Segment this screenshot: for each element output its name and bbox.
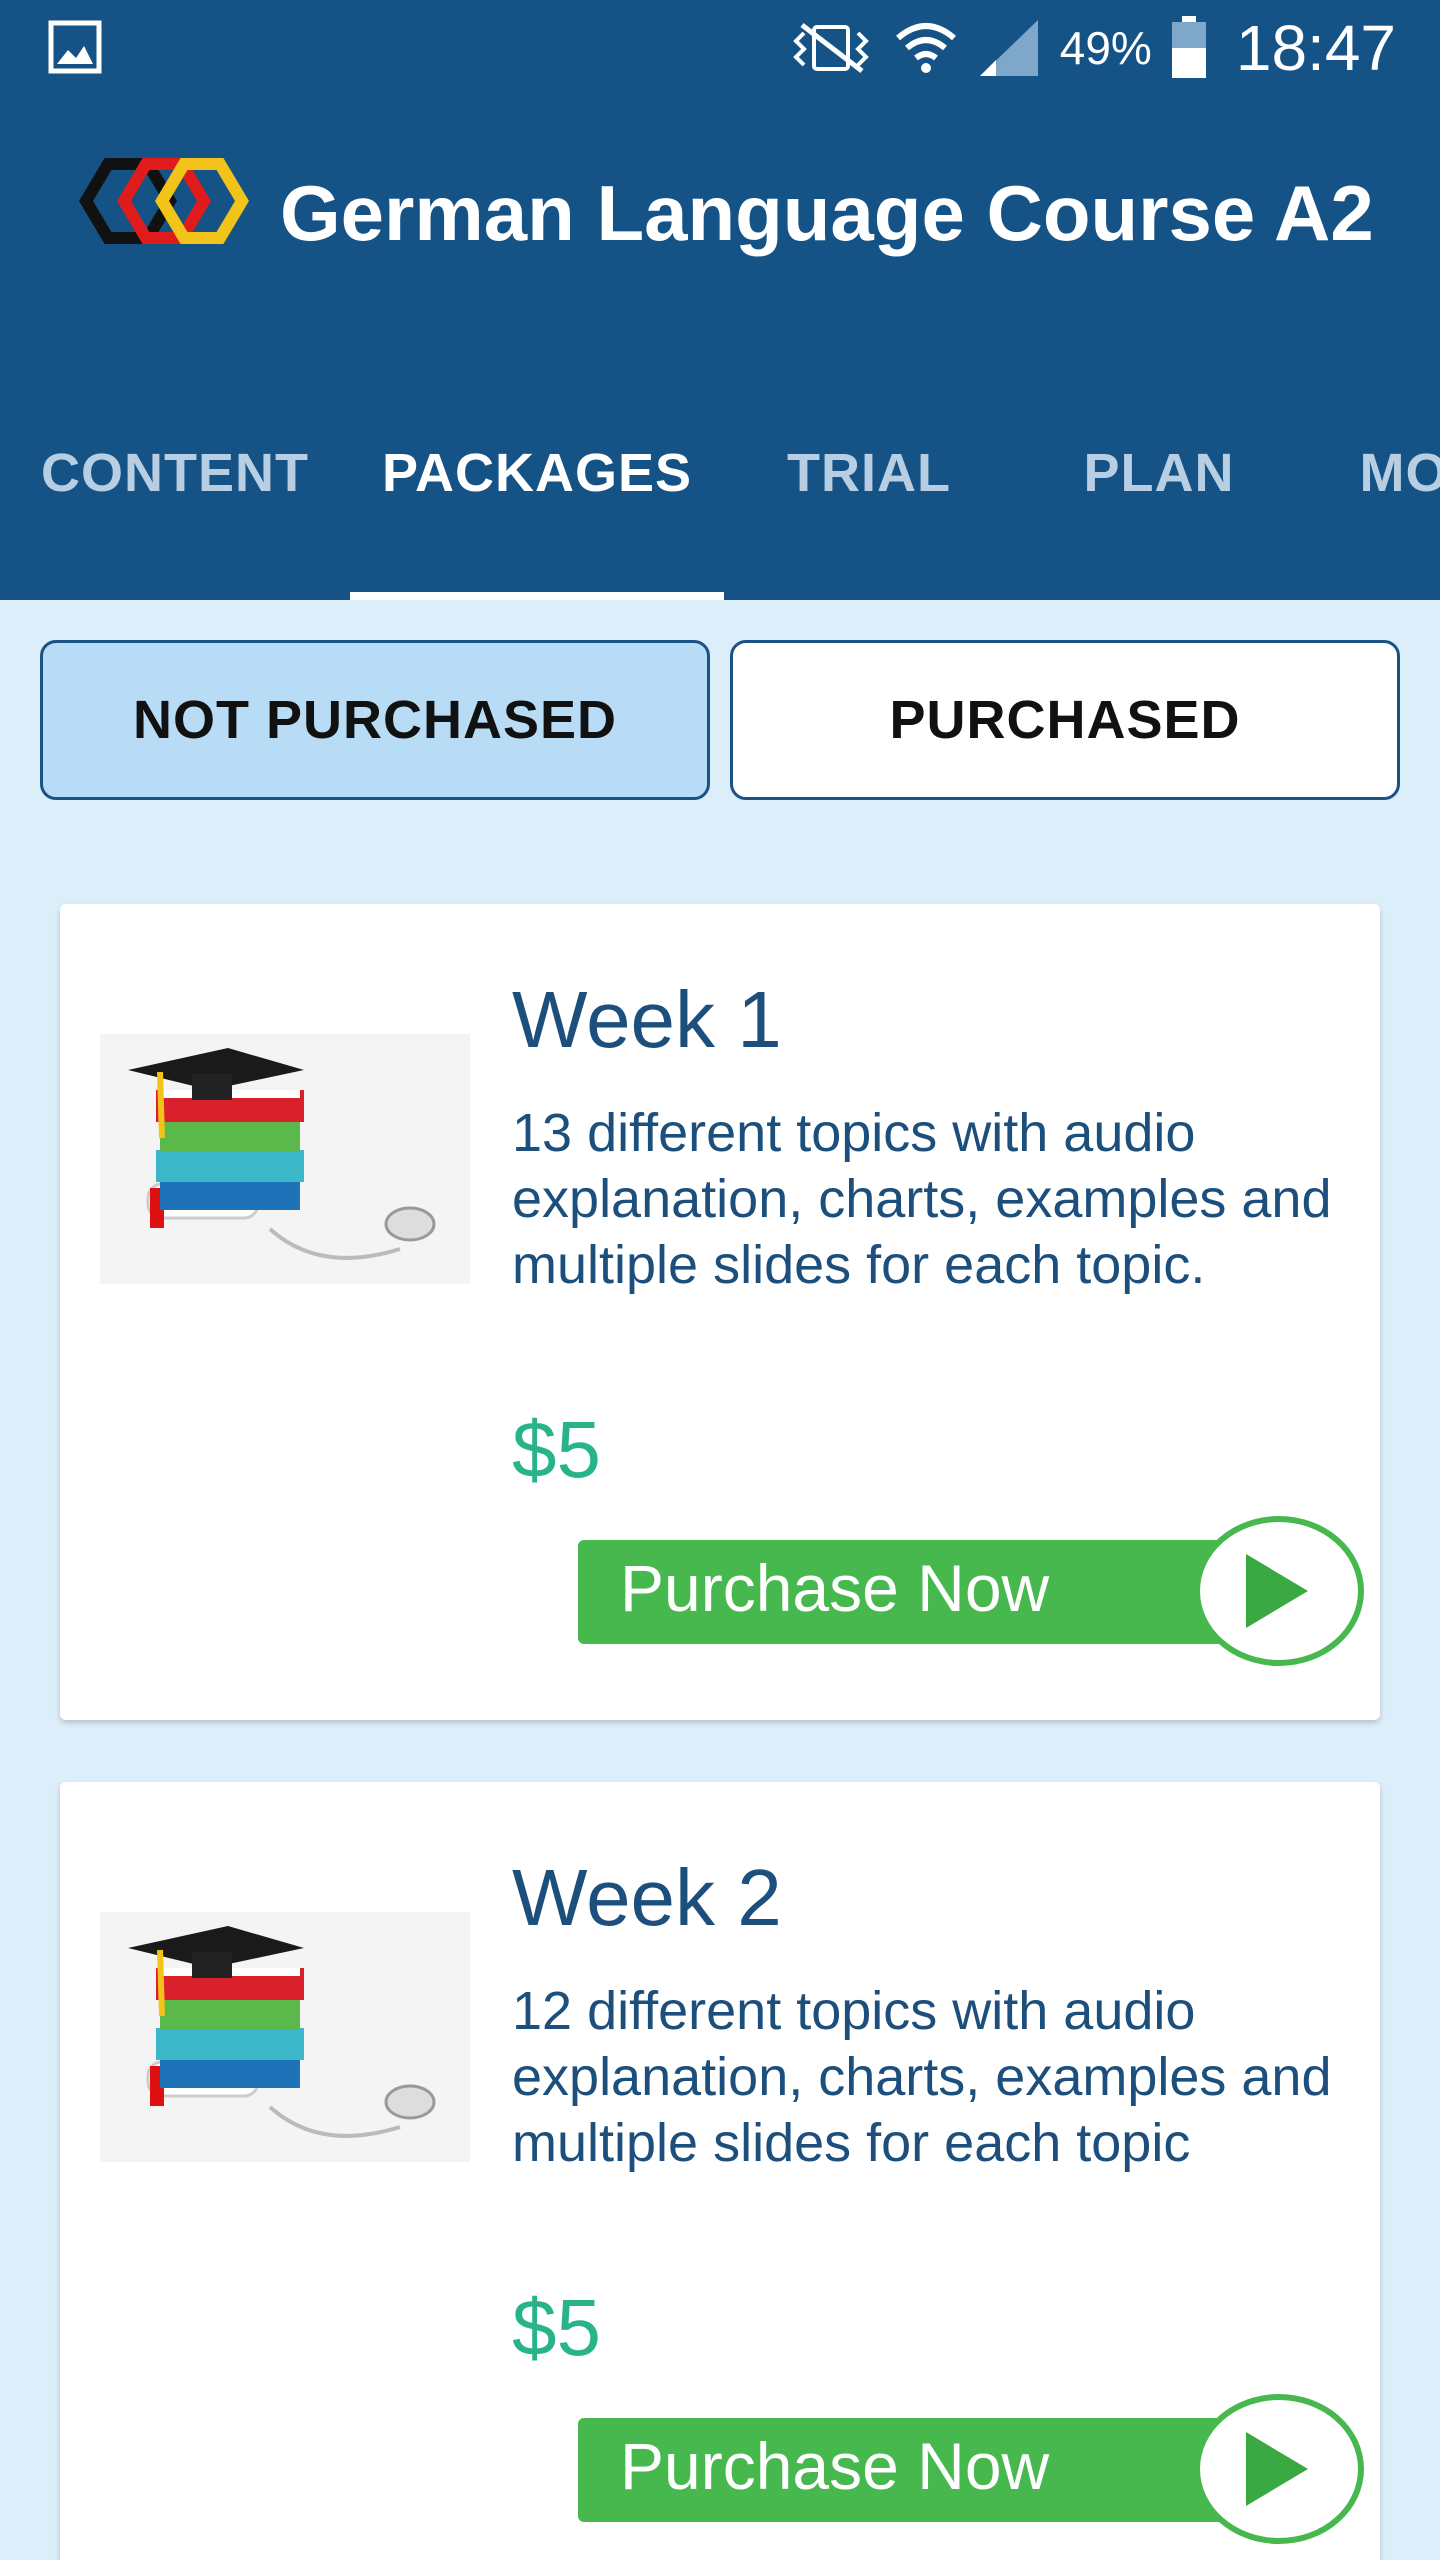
tab-plan[interactable]: PLAN xyxy=(1014,346,1304,600)
signal-icon xyxy=(979,20,1038,76)
package-description: 12 different topics with audio explanati… xyxy=(512,1981,1332,2173)
clock: 18:47 xyxy=(1235,12,1396,84)
play-icon xyxy=(1246,1554,1308,1628)
three-hexagon-logo-icon xyxy=(79,158,249,244)
graduation-books-icon xyxy=(100,1912,470,2162)
app-title: German Language Course A2 xyxy=(280,169,1374,257)
status-bar: 49% 18:47 xyxy=(0,0,1440,96)
tab-packages[interactable]: PACKAGES xyxy=(350,346,724,600)
package-card: Week 1 13 different topics with audio ex… xyxy=(60,904,1380,1720)
battery-icon xyxy=(1171,16,1206,78)
package-title: Week 1 xyxy=(512,975,782,1064)
purchase-now-button[interactable]: Purchase Now xyxy=(578,1516,1368,1666)
tab-bar: CONTENT PACKAGES TRIAL PLAN MO xyxy=(0,346,1440,600)
package-description: 13 different topics with audio explanati… xyxy=(512,1103,1332,1295)
package-card: Week 2 12 different topics with audio ex… xyxy=(60,1782,1380,2560)
purchase-now-label: Purchase Now xyxy=(620,2429,1050,2503)
package-price: $5 xyxy=(512,2283,601,2372)
gallery-icon xyxy=(48,20,102,74)
package-title: Week 2 xyxy=(512,1853,782,1942)
battery-percent: 49% xyxy=(1059,22,1152,74)
package-price: $5 xyxy=(512,1405,601,1494)
purchase-now-button[interactable]: Purchase Now xyxy=(578,2394,1368,2544)
graduation-books-icon xyxy=(100,1034,470,1284)
tab-content[interactable]: CONTENT xyxy=(0,346,350,600)
tab-indicator xyxy=(350,592,724,600)
wifi-icon xyxy=(895,23,956,73)
tab-more[interactable]: MO xyxy=(1304,346,1440,600)
purchased-toggle[interactable]: PURCHASED xyxy=(730,640,1400,800)
purchase-now-label: Purchase Now xyxy=(620,1551,1050,1625)
not-purchased-toggle[interactable]: NOT PURCHASED xyxy=(40,640,710,800)
tab-trial[interactable]: TRIAL xyxy=(724,346,1014,600)
vibrate-icon xyxy=(792,23,869,73)
app-bar: German Language Course A2 xyxy=(0,96,1440,346)
play-icon xyxy=(1246,2432,1308,2506)
